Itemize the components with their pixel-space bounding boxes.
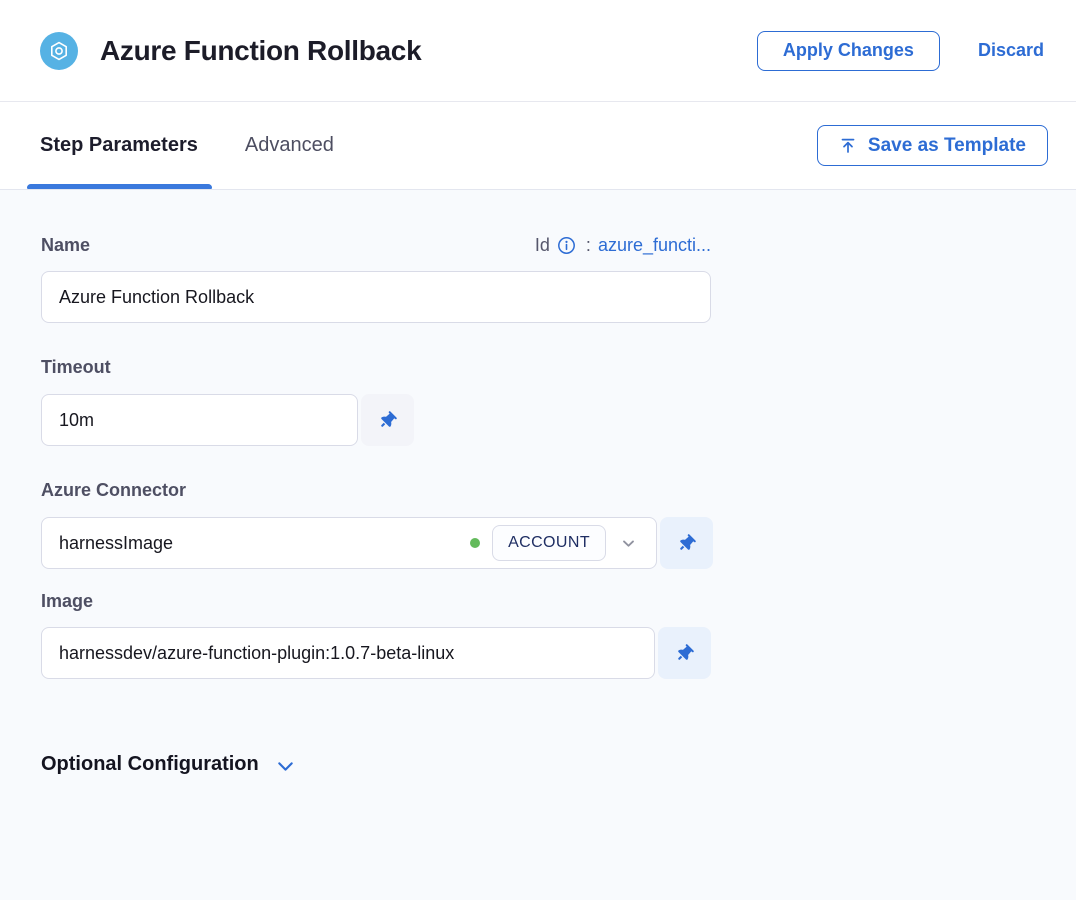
tab-advanced[interactable]: Advanced (245, 102, 334, 189)
page-title: Azure Function Rollback (100, 35, 421, 67)
save-as-template-label: Save as Template (868, 135, 1026, 157)
title-wrap: Azure Function Rollback (40, 32, 421, 70)
name-input[interactable] (41, 271, 711, 323)
image-input[interactable] (41, 627, 655, 679)
active-tab-underline (27, 184, 212, 189)
image-field: Image (41, 591, 1076, 679)
pushpin-icon (379, 412, 396, 429)
tab-step-parameters-label: Step Parameters (40, 134, 198, 157)
image-input-row (41, 627, 711, 679)
chevron-down-icon (276, 757, 295, 776)
timeout-field: Timeout (41, 357, 1076, 446)
azure-connector-value: harnessImage (59, 533, 470, 554)
optional-configuration-label: Optional Configuration (41, 753, 259, 776)
azure-connector-field: Azure Connector harnessImage ACCOUNT (41, 480, 1076, 569)
pushpin-icon (678, 535, 695, 552)
discard-button[interactable]: Discard (978, 40, 1044, 61)
azure-connector-select[interactable]: harnessImage ACCOUNT (41, 517, 657, 569)
connector-scope-badge: ACCOUNT (492, 525, 606, 561)
azure-connector-label: Azure Connector (41, 480, 1076, 501)
azure-connector-pin-button[interactable] (660, 517, 713, 569)
image-label: Image (41, 591, 1076, 612)
info-icon[interactable] (557, 236, 576, 255)
connector-status-dot (470, 538, 480, 548)
chevron-down-icon[interactable] (621, 536, 636, 551)
name-input-wrap (41, 271, 711, 323)
tab-bar: Step Parameters Advanced Save as Templat… (0, 102, 1076, 189)
id-label: Id (535, 235, 550, 256)
timeout-input[interactable] (41, 394, 358, 446)
tab-advanced-label: Advanced (245, 134, 334, 157)
name-field: Name Id : azure_functi... (41, 235, 1076, 323)
apply-changes-button[interactable]: Apply Changes (757, 31, 940, 71)
header-actions: Apply Changes Discard (757, 31, 1044, 71)
timeout-label: Timeout (41, 357, 1076, 378)
step-id-row: Id : azure_functi... (535, 235, 711, 256)
step-id-value[interactable]: azure_functi... (598, 235, 711, 256)
tab-step-parameters[interactable]: Step Parameters (40, 102, 198, 189)
image-pin-button[interactable] (658, 627, 711, 679)
optional-configuration-toggle[interactable]: Optional Configuration (41, 753, 1076, 776)
step-config-header: Azure Function Rollback Apply Changes Di… (0, 0, 1076, 102)
name-label: Name (41, 235, 90, 256)
timeout-input-row (41, 394, 414, 446)
timeout-pin-button[interactable] (361, 394, 414, 446)
azure-connector-row: harnessImage ACCOUNT (41, 517, 713, 569)
save-as-template-button[interactable]: Save as Template (817, 125, 1048, 166)
pushpin-icon (676, 645, 693, 662)
azure-function-step-icon (40, 32, 78, 70)
step-parameters-panel: Name Id : azure_functi... Timeout (0, 189, 1076, 900)
upload-icon (839, 137, 857, 155)
name-label-row: Name Id : azure_functi... (41, 235, 711, 256)
id-separator: : (586, 235, 591, 256)
